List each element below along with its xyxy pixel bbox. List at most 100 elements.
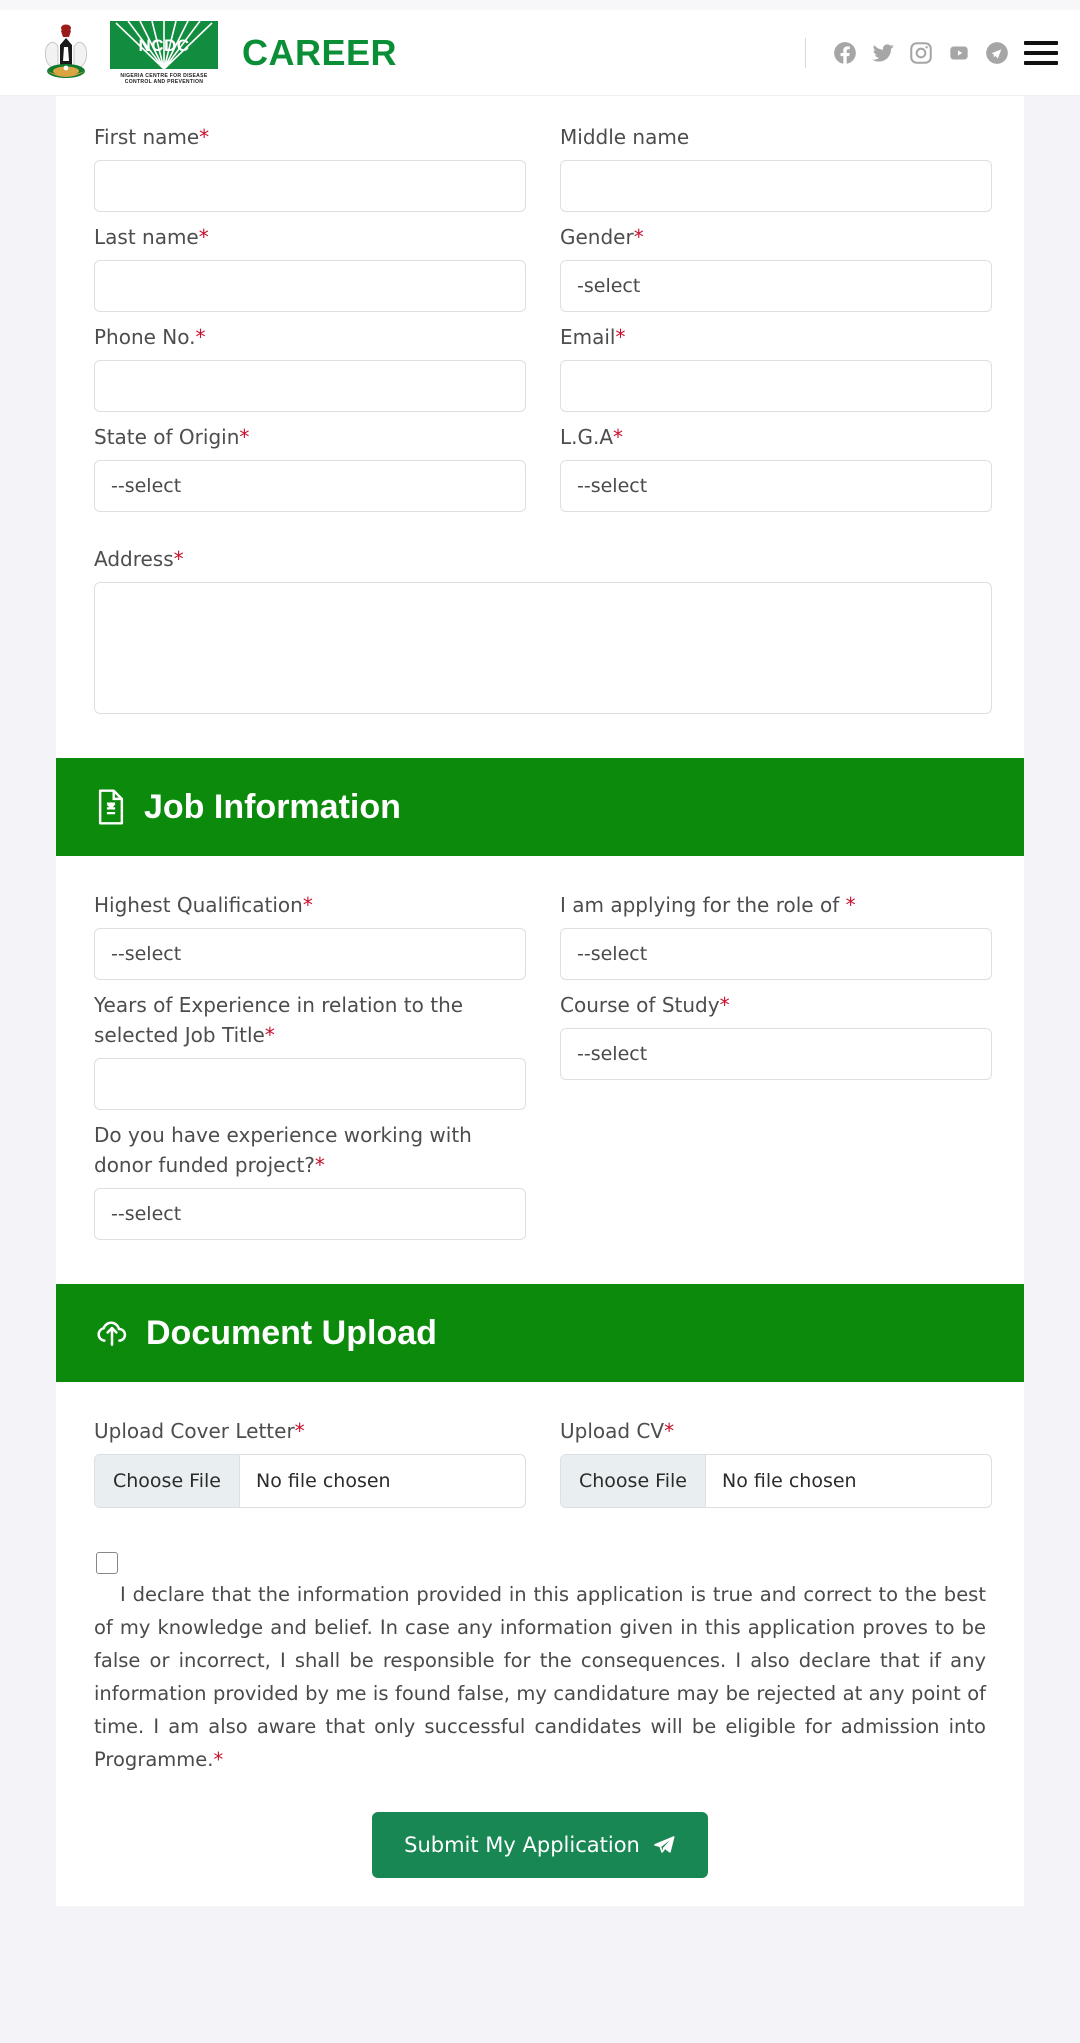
required-asterisk: * [613,425,624,449]
label-text: Address [94,547,174,571]
field-email: Email* [560,322,992,412]
header-divider [805,37,806,68]
field-middle-name: Middle name [560,122,992,212]
field-upload-cv: Upload CV* Choose File No file chosen [560,1416,992,1508]
cover-letter-choose-file-button[interactable]: Choose File [95,1455,240,1507]
field-years-experience: Years of Experience in relation to the s… [94,990,526,1110]
required-asterisk: * [845,893,856,917]
cv-file-input[interactable]: Choose File No file chosen [560,1454,992,1508]
middle-name-input[interactable] [560,160,992,212]
footer-strip [0,1906,1080,1930]
job-information-title: Job Information [144,787,401,826]
personal-information-section: First name* Middle name Last name* Gende… [56,96,1024,1904]
required-asterisk: * [239,425,250,449]
form-row-contact: Phone No.* Email* [94,322,992,422]
required-asterisk: * [198,225,209,249]
document-upload-banner: Document Upload [56,1284,1024,1382]
header-actions [805,34,1058,72]
address-textarea[interactable] [94,582,992,714]
label-role: I am applying for the role of * [560,890,992,920]
field-last-name: Last name* [94,222,526,312]
lga-select[interactable]: --select [560,460,992,512]
label-text: Do you have experience working with dono… [94,1123,472,1177]
donor-funded-select[interactable]: --select [94,1188,526,1240]
label-last-name: Last name* [94,222,526,252]
label-course-of-study: Course of Study* [560,990,992,1020]
field-lga: L.G.A* --select [560,422,992,512]
label-years-experience: Years of Experience in relation to the s… [94,990,526,1050]
form-row-names-1: First name* Middle name [94,122,992,222]
field-upload-cover-letter: Upload Cover Letter* Choose File No file… [94,1416,526,1508]
instagram-icon[interactable] [902,34,940,72]
label-phone: Phone No.* [94,322,526,352]
top-sliver [0,0,1080,10]
role-selected-value: --select [577,943,648,965]
label-text: Email [560,325,616,349]
field-gender: Gender* -select [560,222,992,312]
first-name-input[interactable] [94,160,526,212]
field-highest-qualification: Highest Qualification* --select [94,890,526,980]
submit-application-button[interactable]: Submit My Application [372,1812,708,1878]
declaration-body: I declare that the information provided … [94,1583,986,1771]
role-select[interactable]: --select [560,928,992,980]
required-asterisk: * [195,325,206,349]
form-row-location: State of Origin* --select L.G.A* --selec… [94,422,992,522]
hamburger-menu-icon[interactable] [1024,40,1058,65]
ncdc-tagline-line2: CONTROL AND PREVENTION [125,79,204,85]
submit-row: Submit My Application [94,1776,986,1904]
email-input[interactable] [560,360,992,412]
state-of-origin-selected-value: --select [111,475,182,497]
highest-qualification-select[interactable]: --select [94,928,526,980]
label-email: Email* [560,322,992,352]
field-donor-funded: Do you have experience working with dono… [94,1120,526,1240]
declaration-checkbox[interactable] [96,1552,118,1574]
site-header: NCDC NIGERIA CENTRE FOR DISEASE CONTROL … [0,10,1080,96]
required-asterisk: * [173,547,184,571]
last-name-input[interactable] [94,260,526,312]
telegram-icon[interactable] [978,34,1016,72]
field-first-name: First name* [94,122,526,212]
label-state-of-origin: State of Origin* [94,422,526,452]
form-row-job-2: Years of Experience in relation to the s… [94,990,992,1120]
cloud-upload-icon [97,1321,127,1347]
label-text: State of Origin [94,425,240,449]
facebook-icon[interactable] [826,34,864,72]
label-first-name: First name* [94,122,526,152]
form-row-job-3: Do you have experience working with dono… [94,1120,986,1250]
required-asterisk: * [615,325,626,349]
required-asterisk: * [294,1419,305,1443]
lga-selected-value: --select [577,475,648,497]
brand-lockup[interactable]: NCDC NIGERIA CENTRE FOR DISEASE CONTROL … [38,20,398,85]
required-asterisk: * [719,993,730,1017]
required-asterisk: * [633,225,644,249]
phone-input[interactable] [94,360,526,412]
label-upload-cover-letter: Upload Cover Letter* [94,1416,526,1446]
gender-selected-value: -select [577,275,641,297]
state-of-origin-select[interactable]: --select [94,460,526,512]
field-phone: Phone No.* [94,322,526,412]
field-address: Address* [94,544,992,718]
svg-text:NCDC: NCDC [138,36,189,55]
form-row-names-2: Last name* Gender* -select [94,222,992,322]
label-text: Course of Study [560,993,720,1017]
career-wordmark: CAREER [242,31,398,73]
label-text: I am applying for the role of [560,893,840,917]
twitter-icon[interactable] [864,34,902,72]
cv-choose-file-button[interactable]: Choose File [561,1455,706,1507]
highest-qualification-selected-value: --select [111,943,182,965]
label-middle-name: Middle name [560,125,690,149]
cover-letter-file-status: No file chosen [255,1470,391,1492]
label-text: L.G.A [560,425,614,449]
form-row-uploads: Upload Cover Letter* Choose File No file… [94,1416,992,1518]
years-experience-input[interactable] [94,1058,526,1110]
donor-funded-selected-value: --select [111,1203,182,1225]
youtube-icon[interactable] [940,34,978,72]
required-asterisk: * [199,125,210,149]
cover-letter-file-input[interactable]: Choose File No file chosen [94,1454,526,1508]
application-form-card: First name* Middle name Last name* Gende… [56,96,1024,1906]
field-state-of-origin: State of Origin* --select [94,422,526,512]
document-icon [98,789,124,825]
course-of-study-select[interactable]: --select [560,1028,992,1080]
ncdc-logo-icon: NCDC NIGERIA CENTRE FOR DISEASE CONTROL … [110,20,218,85]
gender-select[interactable]: -select [560,260,992,312]
